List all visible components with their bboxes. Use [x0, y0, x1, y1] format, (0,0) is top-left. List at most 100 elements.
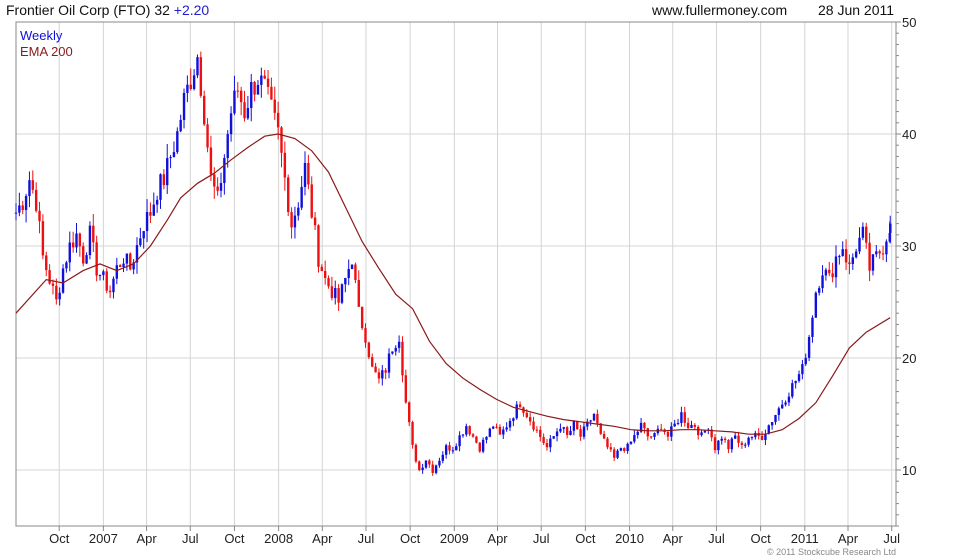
candle-body: [428, 460, 431, 465]
legend-ema: EMA 200: [20, 44, 73, 59]
candle-body: [878, 251, 881, 254]
candle-body: [781, 404, 784, 409]
candle-body: [68, 242, 71, 263]
candle-body: [414, 444, 418, 462]
candle-body: [760, 435, 764, 441]
x-tick-label: 2008: [264, 531, 293, 546]
candle-body: [555, 431, 559, 437]
candle-body: [407, 402, 411, 423]
candle-body: [112, 278, 115, 293]
candle-body: [38, 210, 41, 222]
candle-body: [633, 435, 636, 442]
candle-body: [609, 447, 613, 450]
candle-body: [754, 432, 757, 438]
candle-body: [260, 75, 263, 85]
candle-body: [45, 255, 48, 271]
candle-body: [381, 370, 384, 379]
candle-body: [535, 429, 539, 431]
candle-body: [488, 428, 492, 437]
candle-body: [418, 461, 421, 471]
candle-body: [58, 292, 61, 300]
candle-body: [152, 204, 155, 216]
candle-body: [290, 212, 293, 228]
candle-body: [468, 426, 471, 435]
candle-body: [629, 441, 633, 444]
candle-body: [250, 82, 253, 109]
candle-body: [340, 284, 344, 303]
candle-body: [307, 162, 310, 185]
candle-body: [273, 99, 276, 113]
candle-body: [881, 253, 885, 255]
candle-body: [34, 189, 38, 211]
candle-body: [451, 450, 455, 452]
candle-body: [320, 266, 324, 272]
ema-200-line: [15, 133, 891, 435]
candle-body: [770, 422, 774, 426]
candle-body: [868, 242, 871, 271]
candle-body: [424, 460, 428, 468]
candle-body: [155, 199, 159, 205]
candle-body: [626, 443, 629, 452]
candle-body: [354, 264, 357, 280]
candle-body: [740, 442, 744, 445]
candle-body: [186, 84, 189, 93]
candle-body: [865, 226, 868, 243]
candle-body: [804, 357, 807, 365]
candle-body: [777, 408, 781, 415]
candle-body: [293, 215, 297, 228]
site-link[interactable]: www.fullermoney.com: [652, 2, 787, 18]
candle-body: [787, 396, 791, 403]
candle-body: [176, 131, 179, 153]
candle-body: [730, 438, 734, 450]
candle-body: [841, 249, 844, 256]
candle-body: [334, 287, 337, 298]
candle-body: [576, 421, 579, 430]
candle-body: [431, 464, 434, 473]
candle-body: [226, 134, 229, 158]
ticker-label: Frontier Oil Corp (FTO) 32: [6, 2, 170, 18]
candle-body: [592, 414, 596, 421]
candle-body: [384, 370, 387, 373]
x-tick-label: Apr: [487, 531, 508, 546]
candle-body: [367, 342, 371, 358]
candle-body: [602, 433, 606, 439]
copyright-note: © 2011 Stockcube Research Ltd: [766, 547, 896, 557]
candle-body: [465, 426, 468, 435]
candle-body: [528, 417, 532, 422]
candle-body: [686, 422, 690, 429]
candle-body: [498, 426, 502, 435]
candle-body: [811, 317, 814, 338]
candle-body: [871, 254, 875, 271]
x-axis: Oct 2007 Apr Jul Oct 2008 Apr Jul Oct 2009 Apr Jul O…: [49, 526, 900, 546]
candle-body: [807, 337, 811, 358]
candle-body: [720, 438, 723, 441]
candle-body: [475, 436, 478, 443]
candle-body: [65, 262, 68, 269]
candle-body: [360, 306, 364, 329]
candle-body: [401, 341, 404, 376]
candle-body: [481, 439, 485, 452]
candle-body: [246, 108, 250, 119]
y-tick-label: 20: [902, 351, 916, 366]
x-tick-label: Jul: [883, 531, 900, 546]
y-tick-label: 40: [902, 127, 916, 142]
candle-body: [444, 445, 448, 455]
candle-body: [508, 420, 512, 428]
candle-body: [545, 443, 549, 448]
candle-body: [105, 271, 108, 291]
candle-body: [539, 429, 542, 437]
candle-body: [169, 157, 172, 159]
candle-body: [317, 225, 320, 267]
candle-body: [612, 449, 616, 458]
candle-body: [394, 347, 397, 352]
candle-body: [115, 265, 119, 279]
candle-body: [344, 278, 347, 285]
candle-body: [229, 113, 233, 135]
x-tick-label: Apr: [663, 531, 684, 546]
candle-body: [579, 429, 582, 437]
x-tick-label: 2010: [615, 531, 644, 546]
legend-weekly: Weekly: [20, 28, 63, 43]
candle-body: [434, 465, 438, 473]
x-tick-label: Jul: [708, 531, 725, 546]
candle-body: [828, 269, 831, 274]
